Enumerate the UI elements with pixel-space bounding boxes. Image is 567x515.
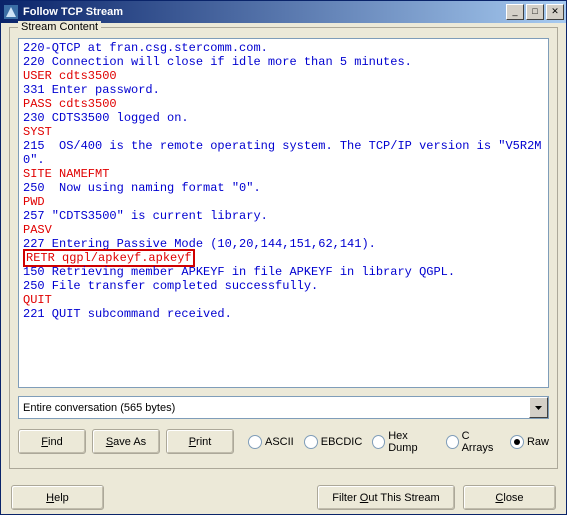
app-icon [3, 4, 19, 20]
radio-carrays[interactable]: C Arrays [446, 430, 500, 454]
find-button[interactable]: Find [18, 429, 86, 454]
radio-icon [510, 435, 524, 449]
radio-ebcdic-label: EBCDIC [321, 436, 363, 448]
radio-carrays-label: C Arrays [462, 430, 500, 454]
print-button[interactable]: Print [166, 429, 234, 454]
window-buttons: _ □ ✕ [506, 4, 564, 20]
bottom-button-row: Help Filter Out This Stream Close [1, 477, 566, 514]
radio-ascii[interactable]: ASCII [248, 435, 294, 449]
radio-icon [248, 435, 262, 449]
conversation-select[interactable]: Entire conversation (565 bytes) [18, 396, 549, 419]
close-button[interactable]: Close [463, 485, 556, 510]
filter-out-button[interactable]: Filter Out This Stream [317, 485, 455, 510]
radio-icon [304, 435, 318, 449]
conversation-select-text: Entire conversation (565 bytes) [19, 402, 529, 414]
radio-ebcdic[interactable]: EBCDIC [304, 435, 363, 449]
radio-icon [372, 435, 385, 449]
control-row: Find Save As Print ASCII EBCDIC Hex Dump [18, 429, 549, 454]
encoding-radios: ASCII EBCDIC Hex Dump C Arrays [240, 430, 549, 454]
minimize-button[interactable]: _ [506, 4, 524, 20]
close-window-button[interactable]: ✕ [546, 4, 564, 20]
save-as-button[interactable]: Save As [92, 429, 160, 454]
titlebar: Follow TCP Stream _ □ ✕ [1, 1, 566, 23]
stream-content-group: Stream Content 220-QTCP at fran.csg.ster… [9, 27, 558, 469]
dropdown-button[interactable] [529, 397, 548, 418]
follow-tcp-stream-window: Follow TCP Stream _ □ ✕ Stream Content 2… [0, 0, 567, 515]
radio-ascii-label: ASCII [265, 436, 294, 448]
stream-text-area[interactable]: 220-QTCP at fran.csg.stercomm.com. 220 C… [18, 38, 549, 388]
window-title: Follow TCP Stream [23, 6, 506, 18]
help-button[interactable]: Help [11, 485, 104, 510]
radio-raw-label: Raw [527, 436, 549, 448]
radio-raw[interactable]: Raw [510, 435, 549, 449]
group-label: Stream Content [18, 21, 101, 33]
body-area: Stream Content 220-QTCP at fran.csg.ster… [1, 23, 566, 477]
maximize-button[interactable]: □ [526, 4, 544, 20]
radio-hex-label: Hex Dump [388, 430, 435, 454]
radio-hex[interactable]: Hex Dump [372, 430, 435, 454]
radio-icon [446, 435, 459, 449]
